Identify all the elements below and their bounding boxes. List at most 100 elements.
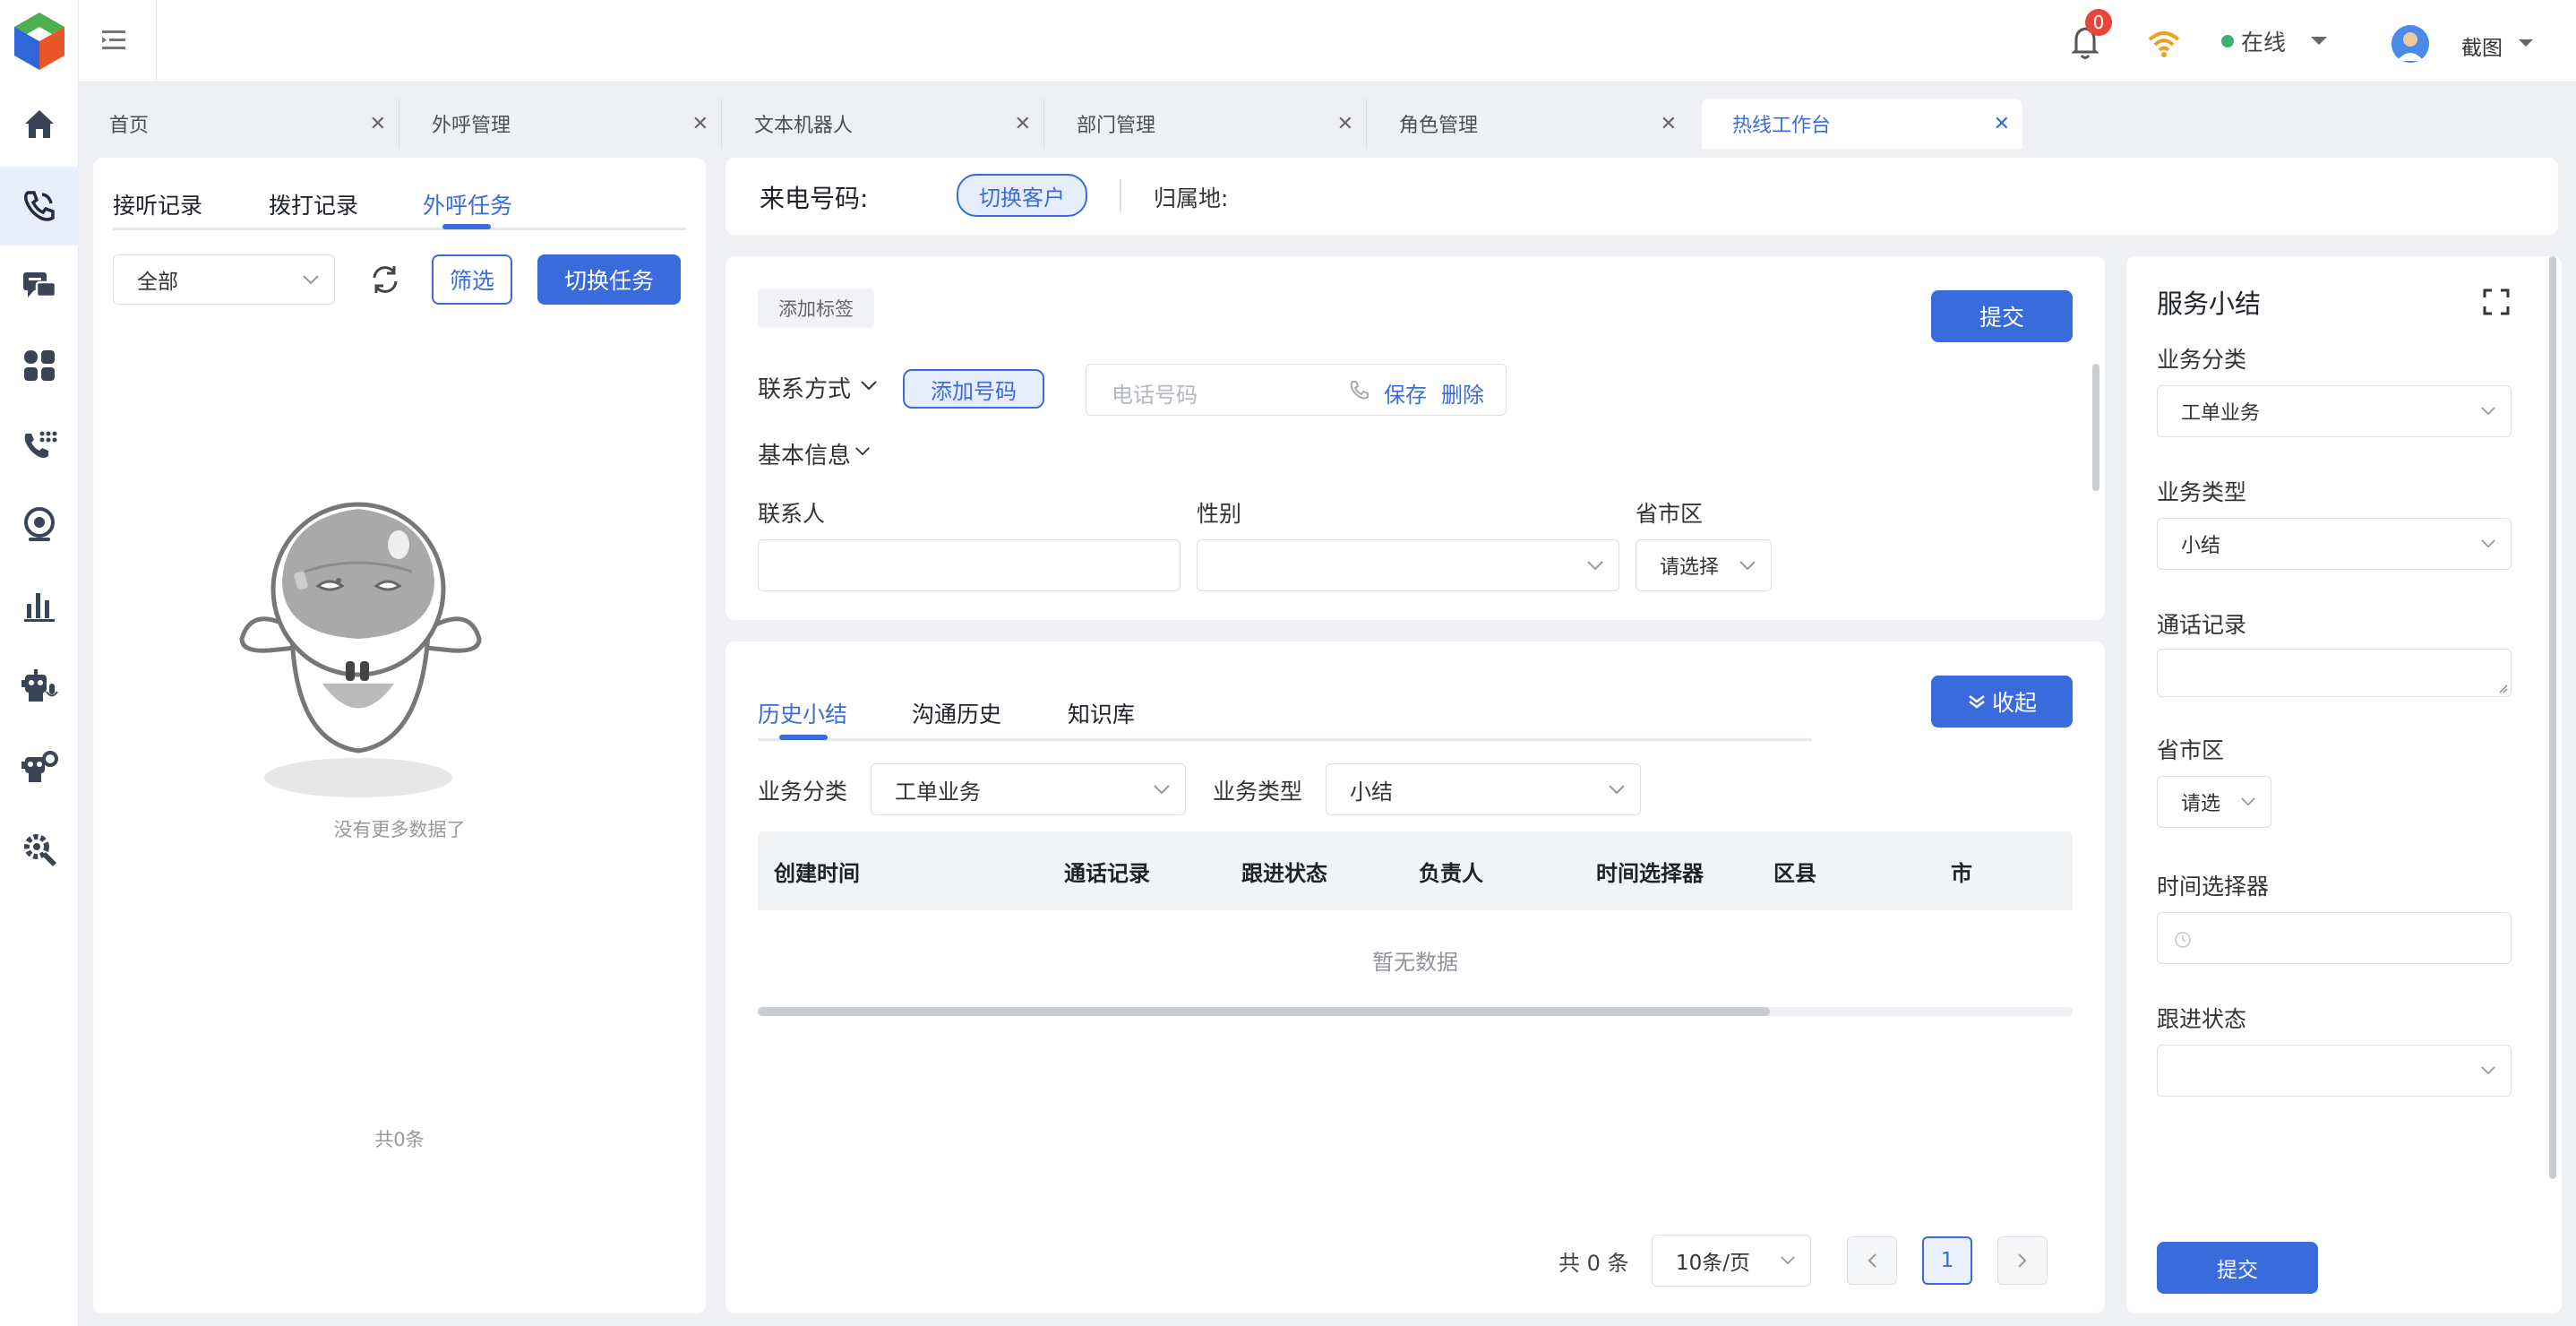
basic-info-label[interactable]: 基本信息 xyxy=(758,437,851,470)
prev-page-button[interactable] xyxy=(1847,1236,1897,1285)
filter-button[interactable]: 筛选 xyxy=(432,254,512,305)
total-count: 共0条 xyxy=(374,1129,425,1150)
close-icon[interactable]: ✕ xyxy=(1661,113,1677,135)
phone-icon[interactable] xyxy=(0,167,79,245)
tab-label: 部门管理 xyxy=(1077,115,1156,137)
switch-task-button[interactable]: 切换任务 xyxy=(537,254,681,305)
biz-category-select[interactable]: 工单业务 xyxy=(871,763,1186,815)
summary-biz-type-select[interactable]: 小结 xyxy=(2157,518,2512,570)
summary-province-select[interactable]: 请选 xyxy=(2157,776,2271,828)
gender-label: 性别 xyxy=(1197,501,1242,527)
resize-handle-icon[interactable] xyxy=(2496,682,2509,694)
delete-phone-link[interactable]: 删除 xyxy=(1441,377,1484,409)
webcam-icon[interactable] xyxy=(0,486,79,564)
gender-select[interactable] xyxy=(1197,539,1619,591)
sidebar xyxy=(0,0,79,1326)
username[interactable]: 截图 xyxy=(2461,30,2503,61)
history-panel: 历史小结 沟通历史 知识库 收起 业务分类 工单业务 业务类型 小结 创建时间 … xyxy=(726,641,2105,1313)
subtab-dial-records[interactable]: 拨打记录 xyxy=(269,188,358,220)
switch-customer-button[interactable]: 切换客户 xyxy=(957,174,1087,217)
subtab-active-indicator xyxy=(442,224,491,229)
add-tag-button[interactable]: 添加标签 xyxy=(758,288,874,328)
biz-type-label: 业务类型 xyxy=(1213,779,1303,805)
summary-call-record-label: 通话记录 xyxy=(2157,612,2247,638)
contact-person-input[interactable] xyxy=(758,539,1181,591)
caret-down-icon xyxy=(2311,37,2328,45)
submit-button[interactable]: 提交 xyxy=(1931,290,2073,342)
chevron-down-icon xyxy=(1609,785,1625,795)
add-number-button[interactable]: 添加号码 xyxy=(903,369,1044,409)
time-picker-input[interactable] xyxy=(2157,912,2512,964)
bar-chart-icon[interactable] xyxy=(0,566,79,645)
table-horizontal-scrollbar[interactable] xyxy=(758,1007,2073,1016)
voice-robot-icon[interactable] xyxy=(0,647,79,726)
menu-toggle-icon[interactable] xyxy=(102,29,127,52)
notification-bell-icon[interactable]: 0 xyxy=(2067,9,2114,65)
task-filter-select[interactable]: 全部 xyxy=(113,254,335,305)
select-value: 请选择 xyxy=(1660,556,1720,579)
form-scrollbar[interactable] xyxy=(2092,364,2099,491)
chevron-down-icon xyxy=(2481,539,2495,548)
contact-method-label[interactable]: 联系方式 xyxy=(758,371,851,404)
tab-label: 角色管理 xyxy=(1399,115,1479,137)
select-value: 10条/页 xyxy=(1676,1252,1751,1275)
chevron-down-icon[interactable] xyxy=(854,446,871,456)
tab-communication-history[interactable]: 沟通历史 xyxy=(912,697,1001,729)
province-select[interactable]: 请选择 xyxy=(1636,539,1772,591)
close-icon[interactable]: ✕ xyxy=(692,113,708,135)
pagination-total: 共 0 条 xyxy=(1558,1251,1629,1276)
empty-text: 没有更多数据了 xyxy=(333,819,466,840)
summary-submit-button[interactable]: 提交 xyxy=(2157,1242,2318,1294)
tab-history-summary[interactable]: 历史小结 xyxy=(758,697,847,729)
online-status-select[interactable]: 在线 xyxy=(2221,23,2338,59)
summary-province-label: 省市区 xyxy=(2157,737,2225,763)
close-icon[interactable]: ✕ xyxy=(1994,113,2010,135)
tab-text-robot[interactable]: 文本机器人 ✕ xyxy=(724,99,1044,149)
subtab-outbound-tasks[interactable]: 外呼任务 xyxy=(423,188,512,220)
tab-label: 首页 xyxy=(109,115,150,137)
call-record-textarea[interactable] xyxy=(2157,649,2512,697)
clock-icon xyxy=(2175,932,2191,948)
chevron-down-icon xyxy=(2481,1066,2495,1075)
phone-keypad-icon[interactable] xyxy=(0,407,79,486)
avatar[interactable] xyxy=(2391,25,2429,63)
summary-scrollbar[interactable] xyxy=(2549,256,2556,1179)
chat-icon[interactable] xyxy=(0,247,79,326)
page-number-button[interactable]: 1 xyxy=(1922,1236,1972,1285)
page-size-select[interactable]: 10条/页 xyxy=(1652,1235,1811,1287)
summary-biz-category-select[interactable]: 工单业务 xyxy=(2157,385,2512,437)
fullscreen-icon[interactable] xyxy=(2483,288,2510,315)
home-icon[interactable] xyxy=(0,84,79,163)
close-icon[interactable]: ✕ xyxy=(1015,113,1031,135)
scrollbar-thumb[interactable] xyxy=(758,1007,1770,1016)
select-value: 小结 xyxy=(1350,779,1393,805)
caller-bar: 来电号码: 切换客户 归属地: xyxy=(726,158,2558,235)
close-icon[interactable]: ✕ xyxy=(1337,113,1353,135)
tab-outbound[interactable]: 外呼管理 ✕ xyxy=(401,99,722,149)
collapse-button[interactable]: 收起 xyxy=(1931,676,2073,728)
tab-department[interactable]: 部门管理 ✕ xyxy=(1046,99,1367,149)
close-icon[interactable]: ✕ xyxy=(370,113,386,135)
tools-settings-icon[interactable] xyxy=(0,810,79,889)
next-page-button[interactable] xyxy=(1997,1236,2048,1285)
left-task-panel: 接听记录 拨打记录 外呼任务 全部 筛选 切换任务 没有更多数据了 共0条 xyxy=(93,158,706,1313)
tab-knowledge-base[interactable]: 知识库 xyxy=(1068,697,1135,729)
user-caret-icon[interactable] xyxy=(2517,38,2535,48)
robot-settings-icon[interactable] xyxy=(0,728,79,806)
contact-person-label: 联系人 xyxy=(758,501,826,527)
summary-follow-status-label: 跟进状态 xyxy=(2157,1006,2247,1032)
save-phone-link[interactable]: 保存 xyxy=(1384,377,1427,409)
tab-roles[interactable]: 角色管理 ✕ xyxy=(1369,99,1689,149)
tab-home[interactable]: 首页 ✕ xyxy=(79,99,399,149)
subtab-answer-records[interactable]: 接听记录 xyxy=(113,188,202,220)
chevron-down-icon[interactable] xyxy=(860,380,878,391)
tab-hotline-workbench[interactable]: 热线工作台 ✕ xyxy=(1702,99,2022,149)
follow-status-select[interactable] xyxy=(2157,1045,2512,1097)
grid-icon[interactable] xyxy=(0,326,79,405)
app-logo-icon xyxy=(0,2,79,81)
phone-number-input[interactable]: 电话号码 xyxy=(1112,377,1198,409)
refresh-icon[interactable] xyxy=(367,262,403,297)
summary-biz-category-label: 业务分类 xyxy=(2157,347,2247,373)
tab-label: 热线工作台 xyxy=(1732,115,1832,137)
biz-type-select[interactable]: 小结 xyxy=(1326,763,1641,815)
